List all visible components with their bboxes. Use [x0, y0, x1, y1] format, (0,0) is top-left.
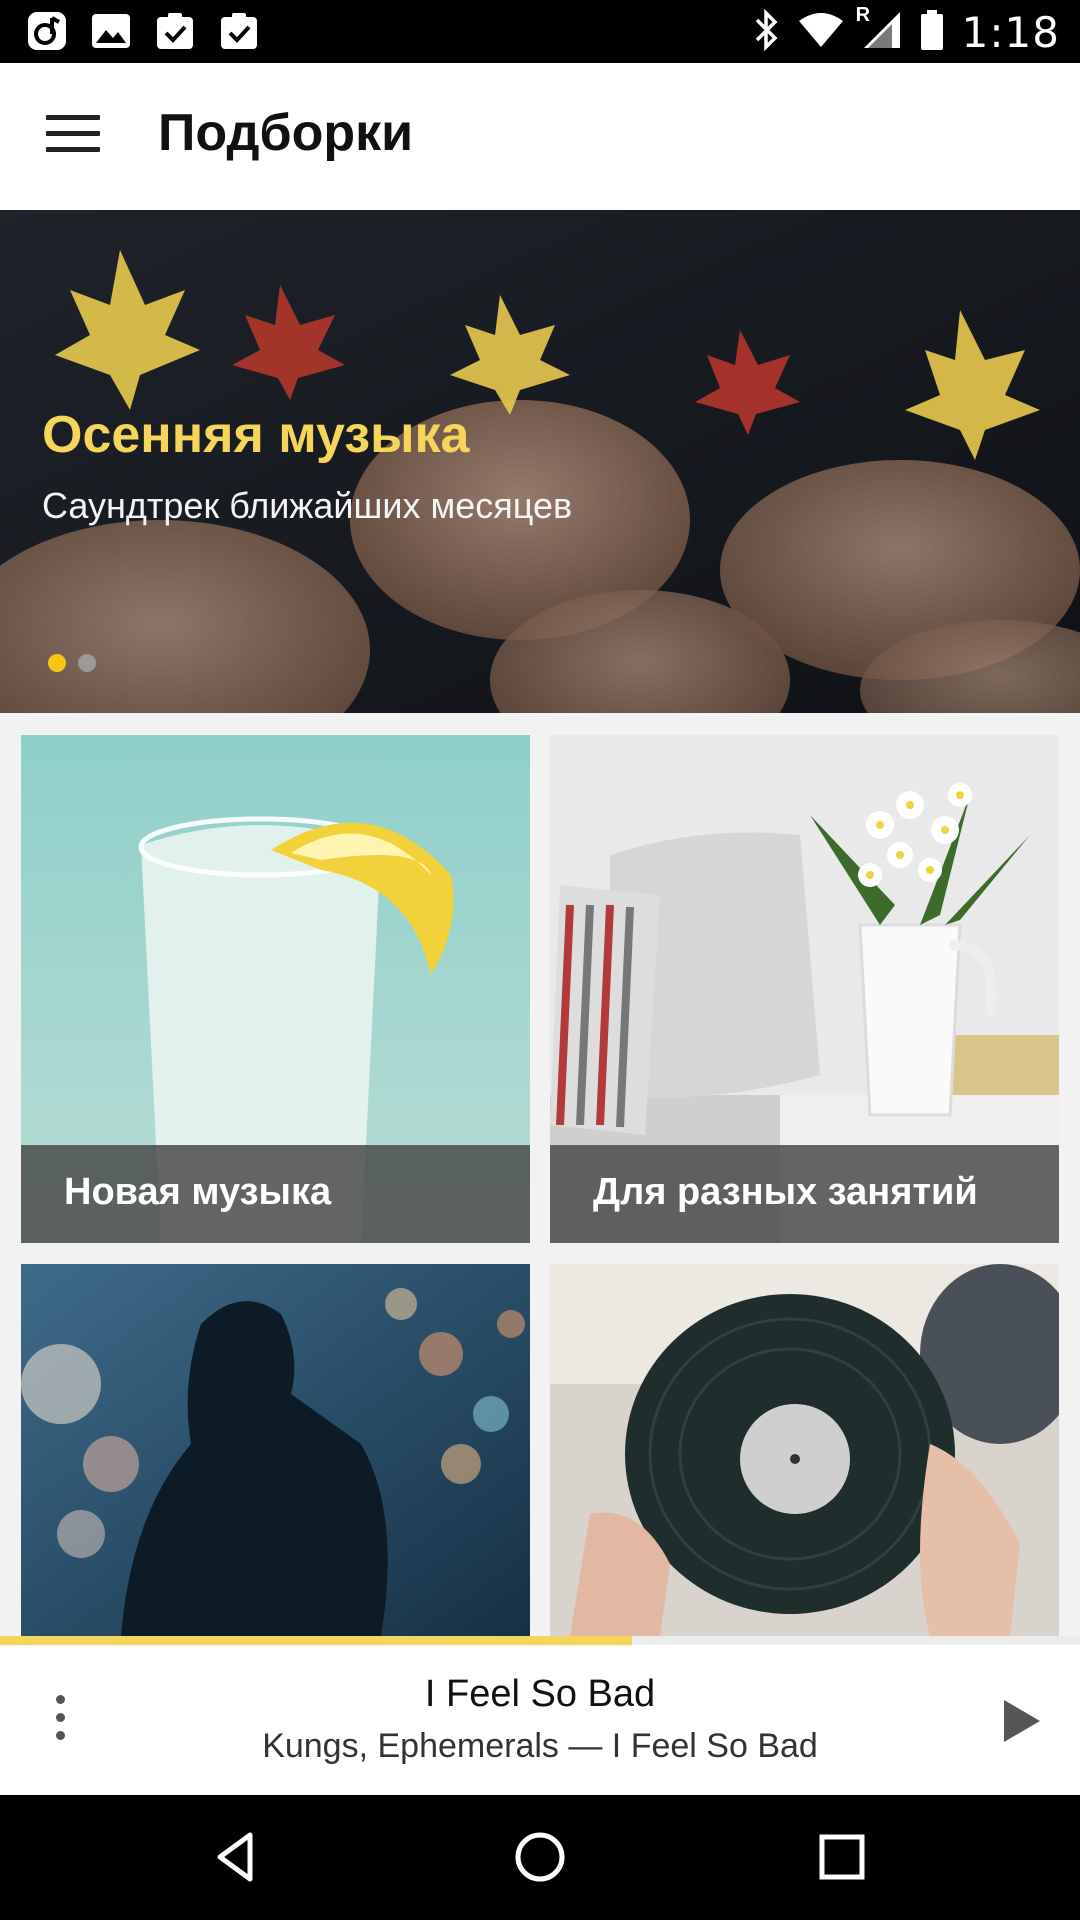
system-nav-bar: [0, 1795, 1080, 1920]
tile-label: Новая музыка: [64, 1171, 332, 1213]
hero-pager[interactable]: [48, 654, 96, 672]
image-icon: [90, 10, 132, 52]
track-subtitle: Kungs, Ephemerals — I Feel So Bad: [262, 1727, 818, 1765]
tile-guitarist[interactable]: [21, 1264, 530, 1636]
tile-activities[interactable]: Для разных занятий: [550, 735, 1059, 1243]
task-check-icon: [218, 10, 260, 52]
tile-vinyl[interactable]: [550, 1264, 1059, 1636]
roaming-indicator: R: [855, 3, 871, 26]
home-icon[interactable]: [508, 1825, 572, 1889]
tile-label-bar: Новая музыка: [21, 1145, 530, 1243]
tile-image-vinyl: [550, 1264, 1059, 1636]
pager-dot-active[interactable]: [48, 654, 66, 672]
music-app-icon: [26, 10, 68, 52]
playback-progress-fill: [0, 1636, 632, 1645]
recents-icon[interactable]: [810, 1825, 874, 1889]
tile-label-bar: Для разных занятий: [550, 1145, 1059, 1243]
hero-banner[interactable]: Осенняя музыка Саундтрек ближайших месяц…: [0, 210, 1080, 713]
battery-icon: [920, 9, 944, 56]
playback-progress[interactable]: [0, 1636, 1080, 1645]
bluetooth-icon: [754, 8, 780, 56]
hero-subtitle: Саундтрек ближайших месяцев: [42, 485, 573, 526]
play-icon[interactable]: [1002, 1698, 1042, 1744]
tile-image-guitarist: [21, 1264, 530, 1636]
wifi-icon: [798, 11, 844, 54]
mini-player[interactable]: I Feel So Bad Kungs, Ephemerals — I Feel…: [0, 1645, 1080, 1795]
hero-title: Осенняя музыка: [42, 406, 470, 464]
signal-roaming-icon: R: [856, 4, 902, 55]
clock: 1:18: [961, 7, 1060, 57]
app-bar: Подборки: [0, 63, 1080, 211]
page-title: Подборки: [158, 104, 414, 162]
track-title: I Feel So Bad: [424, 1673, 656, 1715]
status-bar: R 1:18: [0, 0, 1080, 63]
back-icon[interactable]: [206, 1825, 270, 1889]
tile-label: Для разных занятий: [593, 1171, 978, 1213]
task-check-icon: [154, 10, 196, 52]
hamburger-menu-icon[interactable]: [46, 115, 100, 155]
pager-dot[interactable]: [78, 654, 96, 672]
tile-new-music[interactable]: Новая музыка: [21, 735, 530, 1243]
